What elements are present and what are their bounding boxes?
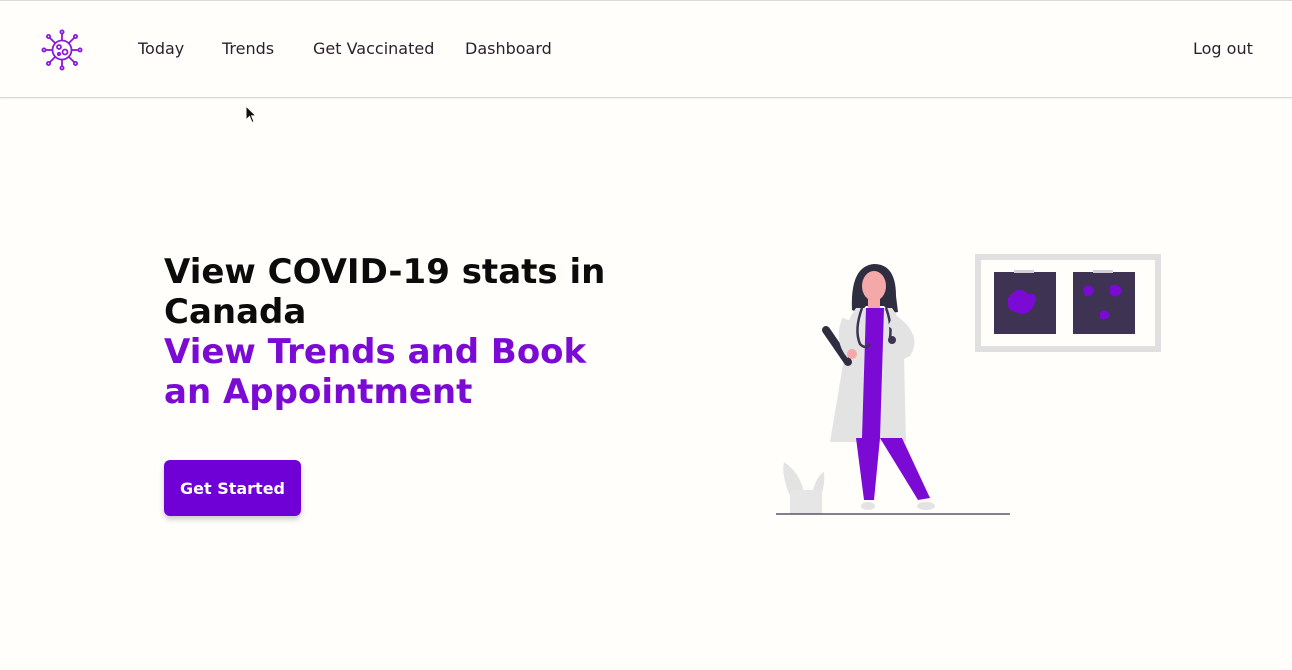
logout-link[interactable]: Log out [1193,39,1253,59]
hero-subtitle: View Trends and Book an Appointment [164,332,587,412]
hero-title: View COVID-19 stats in Canada [164,252,606,332]
mouse-cursor-icon [245,105,257,124]
nav-link-dashboard[interactable]: Dashboard [465,39,552,59]
nav-link-get-vaccinated[interactable]: Get Vaccinated [313,39,434,59]
navbar: Today Trends Get Vaccinated Dashboard Lo… [0,0,1292,98]
nav-link-trends[interactable]: Trends [222,39,274,59]
get-started-button[interactable]: Get Started [164,460,301,516]
nav-link-today[interactable]: Today [138,39,184,59]
doctor-illustration [776,254,1161,515]
virus-icon[interactable] [41,29,83,71]
